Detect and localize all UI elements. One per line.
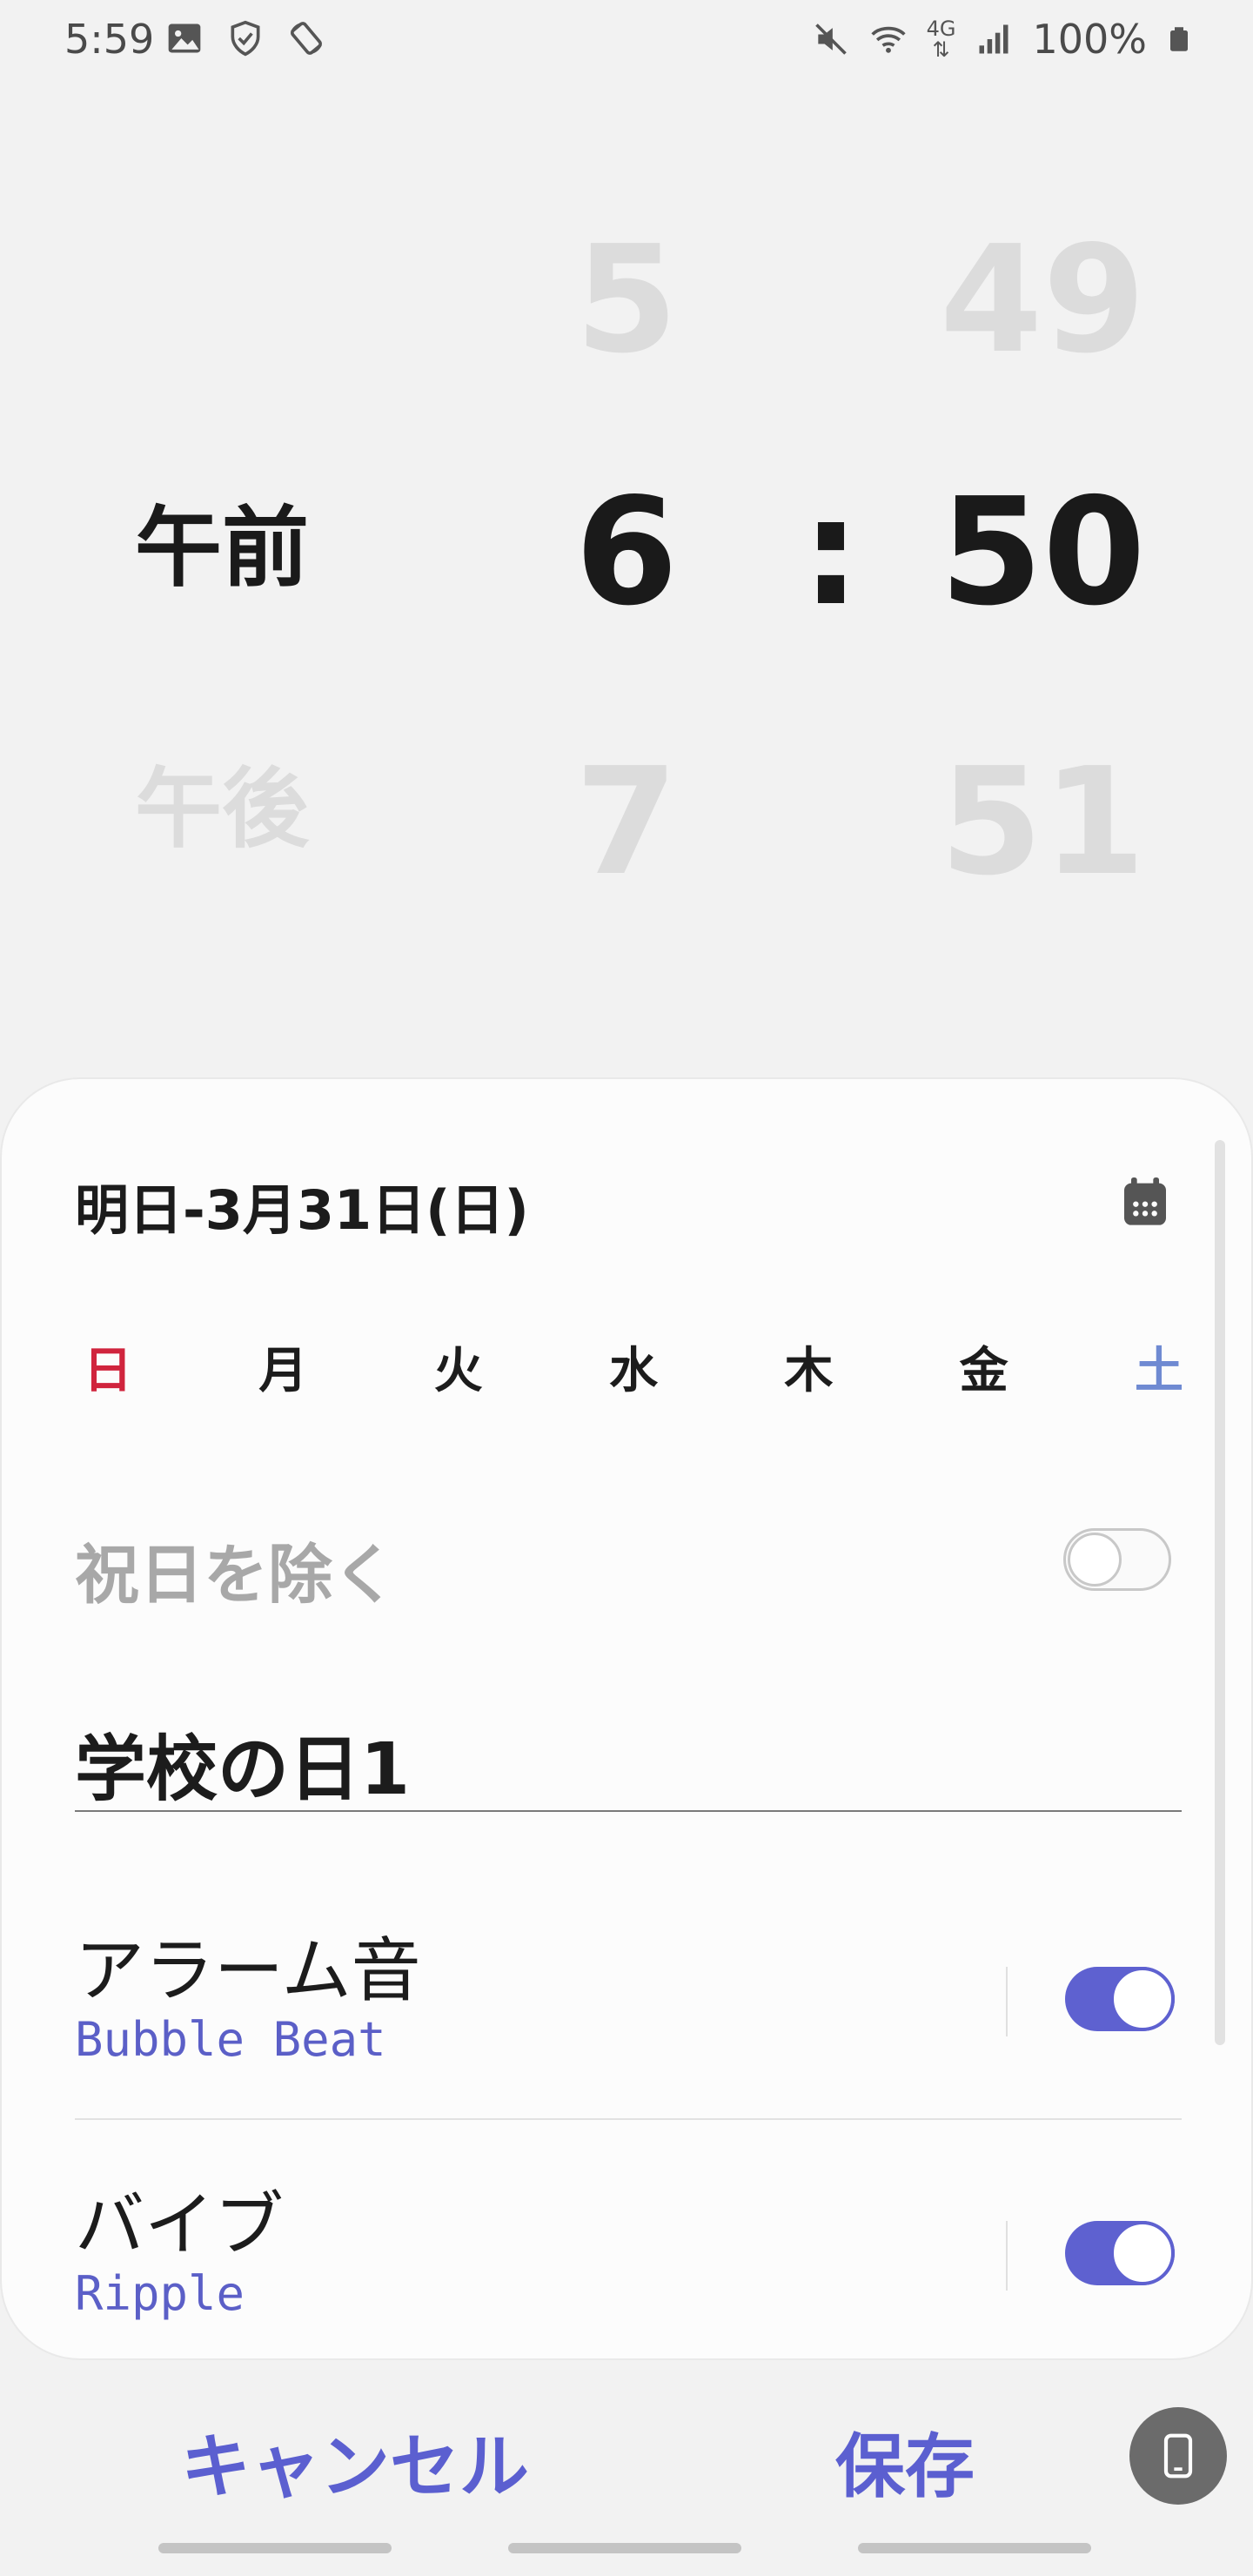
status-time: 5:59 bbox=[64, 16, 155, 63]
minute-above[interactable]: 49 bbox=[940, 226, 1146, 374]
minute-below[interactable]: 51 bbox=[940, 748, 1146, 896]
signal-icon bbox=[979, 24, 1008, 54]
ampm-below[interactable]: 午後 bbox=[104, 766, 339, 853]
day-sat[interactable]: 土 bbox=[1128, 1332, 1190, 1402]
alarm-edit-screen: 5:59 4G ⇅ 100% 午前 午後 5 6 7: 49 50 51 明日… bbox=[0, 0, 1253, 2576]
day-fri[interactable]: 金 bbox=[953, 1332, 1015, 1402]
alarm-settings-card: 明日-3月31日(日) 日 月 火 水 木 金 土 祝日を除く 学校の日1 アラ… bbox=[2, 1079, 1251, 2358]
nav-hint-back[interactable] bbox=[858, 2543, 1091, 2553]
divider bbox=[1006, 1967, 1008, 2036]
exclude-holidays-toggle[interactable] bbox=[1063, 1528, 1171, 1591]
battery-icon bbox=[1170, 27, 1188, 51]
image-icon bbox=[168, 23, 201, 53]
vibration-title: バイブ bbox=[75, 2184, 284, 2265]
exclude-holidays-label: 祝日を除く bbox=[75, 1538, 397, 1613]
status-left-icons bbox=[165, 19, 325, 57]
alarm-sound-value: Bubble Beat bbox=[75, 2012, 386, 2067]
day-thu[interactable]: 木 bbox=[777, 1332, 840, 1402]
network-4g-icon: 4G ⇅ bbox=[926, 17, 956, 62]
alarm-date: 明日-3月31日(日) bbox=[75, 1178, 529, 1242]
mute-icon bbox=[814, 23, 847, 55]
bottom-action-bar: キャンセル 保存 bbox=[0, 2376, 1253, 2515]
phone-icon bbox=[1163, 2433, 1193, 2479]
day-tue[interactable]: 火 bbox=[427, 1332, 490, 1402]
navigation-hints bbox=[0, 2543, 1253, 2555]
minute-selected[interactable]: 50 bbox=[940, 479, 1146, 627]
network-label: 4G bbox=[926, 17, 956, 41]
status-bar: 5:59 4G ⇅ 100% bbox=[0, 0, 1253, 77]
alarm-sound-row[interactable]: アラーム音 Bubble Beat bbox=[75, 1915, 1182, 2089]
vibration-toggle[interactable] bbox=[1065, 2221, 1175, 2285]
day-sun[interactable]: 日 bbox=[77, 1332, 139, 1402]
shield-icon bbox=[231, 20, 260, 57]
scrollbar[interactable] bbox=[1215, 1140, 1225, 2045]
wifi-icon bbox=[870, 26, 906, 53]
row-divider bbox=[75, 2118, 1182, 2120]
toggle-knob bbox=[1110, 1967, 1175, 2031]
time-picker[interactable]: 午前 午後 5 6 7 : 49 50 51 bbox=[0, 174, 1253, 957]
exclude-holidays-row[interactable]: 祝日を除く bbox=[75, 1514, 1171, 1613]
battery-percent: 100% bbox=[1032, 16, 1147, 63]
cancel-button[interactable]: キャンセル bbox=[181, 2411, 529, 2512]
toggle-knob bbox=[1110, 2221, 1175, 2285]
hour-below[interactable]: 7 bbox=[539, 748, 714, 896]
nav-hint-home[interactable] bbox=[508, 2543, 741, 2553]
alarm-name-field[interactable]: 学校の日1 bbox=[75, 1697, 1182, 1812]
time-separator: : bbox=[801, 466, 861, 639]
ampm-selected[interactable]: 午前 bbox=[104, 505, 339, 592]
vibration-value: Ripple bbox=[75, 2266, 245, 2321]
vibration-row[interactable]: バイブ Ripple bbox=[75, 2169, 1182, 2343]
hour-selected[interactable]: 6 bbox=[539, 479, 714, 627]
day-wed[interactable]: 水 bbox=[602, 1332, 665, 1402]
hour-above[interactable]: 5 bbox=[539, 226, 714, 374]
alarm-name-value: 学校の日1 bbox=[75, 1728, 411, 1811]
toggle-knob bbox=[1068, 1533, 1122, 1587]
status-right-icons: 4G ⇅ 100% bbox=[812, 16, 1192, 63]
alarm-sound-toggle[interactable] bbox=[1065, 1967, 1175, 2031]
weekday-selector: 日 月 火 水 木 金 土 bbox=[77, 1332, 1190, 1402]
day-mon[interactable]: 月 bbox=[251, 1332, 314, 1402]
save-button[interactable]: 保存 bbox=[835, 2411, 975, 2512]
alarm-sound-title: アラーム音 bbox=[75, 1930, 421, 2011]
screen-rotation-icon bbox=[291, 22, 322, 55]
device-button[interactable] bbox=[1129, 2407, 1227, 2505]
calendar-icon[interactable] bbox=[1117, 1173, 1173, 1231]
nav-hint-recent[interactable] bbox=[158, 2543, 392, 2553]
divider bbox=[1006, 2221, 1008, 2291]
